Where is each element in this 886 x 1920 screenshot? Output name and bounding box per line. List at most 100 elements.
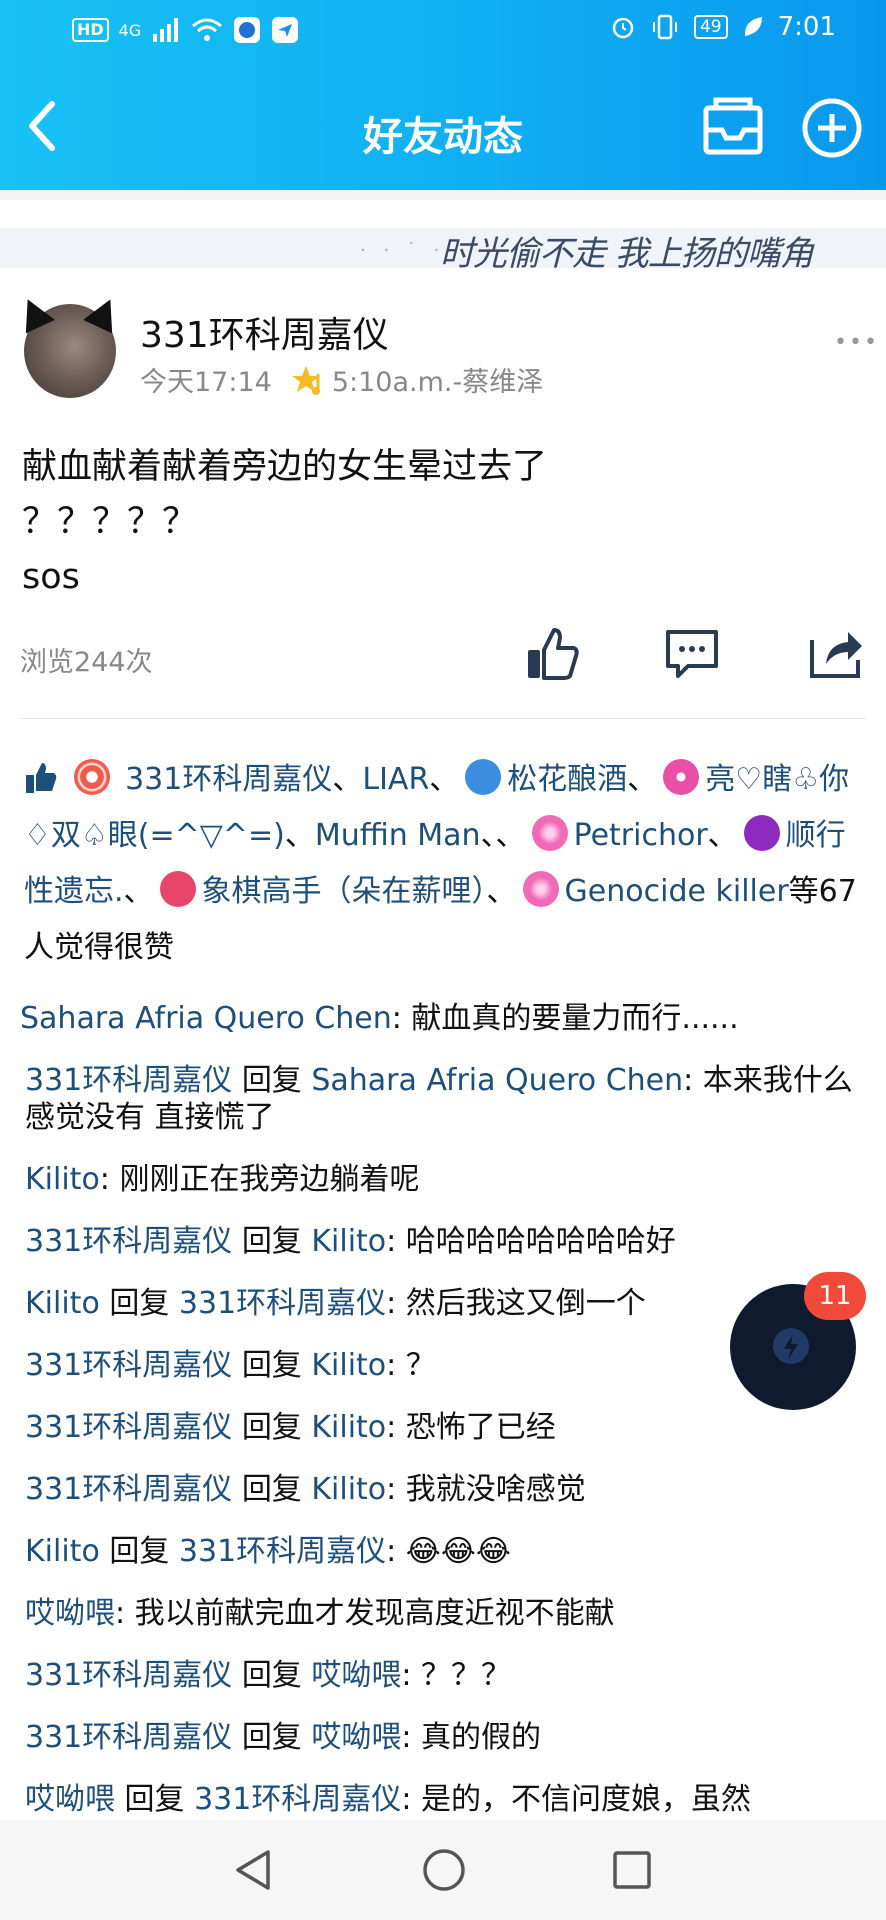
separator: 、 — [429, 762, 460, 797]
separator: 、 — [627, 762, 658, 797]
banner-decoration: · · ˙ · — [360, 240, 446, 261]
comment-row[interactable]: Kilito: 刚刚正在我旁边躺着呢 — [20, 1161, 870, 1198]
comment-list: Sahara Afria Quero Chen: 献血真的要量力而行......… — [20, 1000, 870, 1843]
reply-word: 回复 — [241, 1410, 302, 1445]
title-bar: 好友动态 — [0, 90, 886, 170]
comment-row[interactable]: 331环科周嘉仪 回复 Sahara Afria Quero Chen: 本来我… — [20, 1062, 870, 1136]
commenter-name[interactable]: Sahara Afria Quero Chen — [20, 1001, 392, 1036]
leaf-icon — [744, 17, 762, 36]
reply-target-name[interactable]: 331环科周嘉仪 — [179, 1534, 386, 1569]
post-line: sos — [22, 557, 80, 597]
comment-text: : 然后我这又倒一个 — [386, 1286, 646, 1321]
signal-icon — [153, 18, 179, 42]
share-icon[interactable] — [806, 624, 866, 684]
post-author[interactable]: 331环科周嘉仪 — [140, 306, 389, 358]
comment-row[interactable]: 331环科周嘉仪 回复 哎呦喂: 真的假的 — [20, 1719, 870, 1756]
swirl-avatar-icon — [73, 759, 110, 795]
liker-name[interactable]: 331环科周嘉仪 — [125, 762, 332, 797]
reply-word: 回复 — [241, 1472, 302, 1507]
add-circle-icon[interactable] — [800, 96, 864, 160]
separator: 、 — [332, 762, 363, 797]
reply-word: 回复 — [241, 1224, 302, 1259]
network-label: 4G — [118, 20, 142, 40]
comment-row[interactable]: 331环科周嘉仪 回复 Kilito: 我就没啥感觉 — [20, 1471, 870, 1508]
mail-icon[interactable] — [700, 94, 766, 160]
comment-row[interactable]: Sahara Afria Quero Chen: 献血真的要量力而行...... — [20, 1000, 870, 1037]
browser-app-icon — [234, 17, 261, 43]
comment-row[interactable]: 331环科周嘉仪 回复 Kilito: 哈哈哈哈哈哈哈哈好 — [20, 1223, 870, 1260]
liker-name[interactable]: LIAR — [362, 762, 429, 797]
separator: 、 — [284, 818, 315, 853]
separator: 、、 — [480, 818, 526, 853]
reply-word: 回复 — [241, 1720, 302, 1755]
comment-row[interactable]: 哎呦喂: 我以前献完血才发现高度近视不能献 — [20, 1595, 870, 1632]
commenter-name[interactable]: 哎呦喂 — [25, 1596, 115, 1631]
like-thumb-icon — [26, 763, 57, 793]
battery-indicator: 49 — [693, 15, 728, 39]
commenter-name[interactable]: 331环科周嘉仪 — [25, 1348, 232, 1383]
devil-avatar-icon — [743, 815, 780, 851]
comment-row[interactable]: 331环科周嘉仪 回复 Kilito: 恐怖了已经 — [20, 1409, 870, 1446]
liker-name[interactable]: Petrichor — [574, 818, 708, 853]
commenter-name[interactable]: 331环科周嘉仪 — [25, 1720, 232, 1755]
comment-row[interactable]: 哎呦喂 回复 331环科周嘉仪: 是的，不信问度娘，虽然 — [20, 1781, 870, 1818]
commenter-name[interactable]: Kilito — [25, 1286, 100, 1321]
reply-word: 回复 — [241, 1348, 302, 1383]
like-thumb-icon[interactable] — [522, 624, 582, 684]
reply-word: 回复 — [109, 1286, 170, 1321]
comment-row[interactable]: Kilito 回复 331环科周嘉仪: 😂😂😂 — [20, 1533, 870, 1570]
more-options-icon[interactable]: ••• — [834, 330, 879, 355]
comment-text: : ？ — [386, 1348, 436, 1383]
reply-target-name[interactable]: 哎呦喂 — [311, 1720, 401, 1755]
song-label: 5:10a.m.-蔡维泽 — [331, 367, 544, 398]
header-divider — [0, 190, 886, 200]
liker-name[interactable]: 松花酿酒 — [507, 762, 627, 797]
firework-avatar-icon — [531, 815, 568, 851]
commenter-name[interactable]: Kilito — [25, 1534, 100, 1569]
clock: 7:01 — [777, 12, 836, 42]
comment-icon[interactable] — [662, 624, 722, 684]
reply-target-name[interactable]: Sahara Afria Quero Chen — [311, 1063, 683, 1098]
banner-text: 时光偷不走 我上扬的嘴角 — [440, 234, 814, 274]
recent-apps-icon[interactable] — [608, 1846, 656, 1894]
comment-text: : 😂😂😂 — [386, 1534, 511, 1569]
commenter-name[interactable]: 331环科周嘉仪 — [25, 1410, 232, 1445]
commenter-name[interactable]: 331环科周嘉仪 — [25, 1063, 232, 1098]
send-app-icon — [272, 17, 299, 43]
commenter-name[interactable]: 331环科周嘉仪 — [25, 1658, 232, 1693]
commenter-name[interactable]: 哎呦喂 — [25, 1782, 115, 1817]
reply-target-name[interactable]: Kilito — [311, 1472, 386, 1507]
vibrate-icon — [652, 14, 677, 40]
post-body: 献血献着献着旁边的女生晕过去了 ？？？？？ sos — [22, 440, 547, 605]
likes-list: 331环科周嘉仪、LIAR、 松花酿酒、 亮♡瞎♧你♢双♤眼(=^▽^=)、Muff… — [24, 752, 864, 976]
alarm-icon — [612, 17, 634, 39]
reply-target-name[interactable]: 哎呦喂 — [311, 1658, 401, 1693]
commenter-name[interactable]: 331环科周嘉仪 — [25, 1224, 232, 1259]
liker-name[interactable]: Genocide killer — [565, 874, 789, 909]
song-tag[interactable]: 5:10a.m.-蔡维泽 — [291, 360, 544, 399]
back-triangle-icon[interactable] — [230, 1846, 278, 1894]
commenter-name[interactable]: 331环科周嘉仪 — [25, 1472, 232, 1507]
comment-row[interactable]: 331环科周嘉仪 回复 哎呦喂: ？？？ — [20, 1657, 870, 1694]
section-divider — [20, 718, 866, 719]
comment-text: : 哈哈哈哈哈哈哈哈好 — [386, 1224, 676, 1259]
reply-target-name[interactable]: 331环科周嘉仪 — [179, 1286, 386, 1321]
liker-name[interactable]: Muffin Man — [315, 818, 481, 853]
liker-name[interactable]: 象棋高手（朵在薪哩） — [202, 874, 487, 909]
reply-word: 回复 — [109, 1534, 170, 1569]
firework-avatar-icon — [522, 871, 559, 907]
reply-target-name[interactable]: Kilito — [311, 1410, 386, 1445]
separator: 、 — [707, 818, 738, 853]
music-star-icon — [291, 365, 320, 395]
home-circle-icon[interactable] — [420, 1846, 468, 1894]
comment-text: : 真的假的 — [401, 1720, 542, 1755]
separator: 、 — [486, 874, 517, 909]
reply-target-name[interactable]: Kilito — [311, 1348, 386, 1383]
notification-badge: 11 — [804, 1272, 866, 1320]
reply-target-name[interactable]: 331环科周嘉仪 — [194, 1782, 401, 1817]
commenter-name[interactable]: Kilito — [25, 1162, 100, 1197]
arrow-avatar-icon — [465, 759, 502, 795]
comment-text: : ？？？ — [401, 1658, 512, 1693]
reply-target-name[interactable]: Kilito — [311, 1224, 386, 1259]
comment-text: : 我以前献完血才发现高度近视不能献 — [115, 1596, 615, 1631]
